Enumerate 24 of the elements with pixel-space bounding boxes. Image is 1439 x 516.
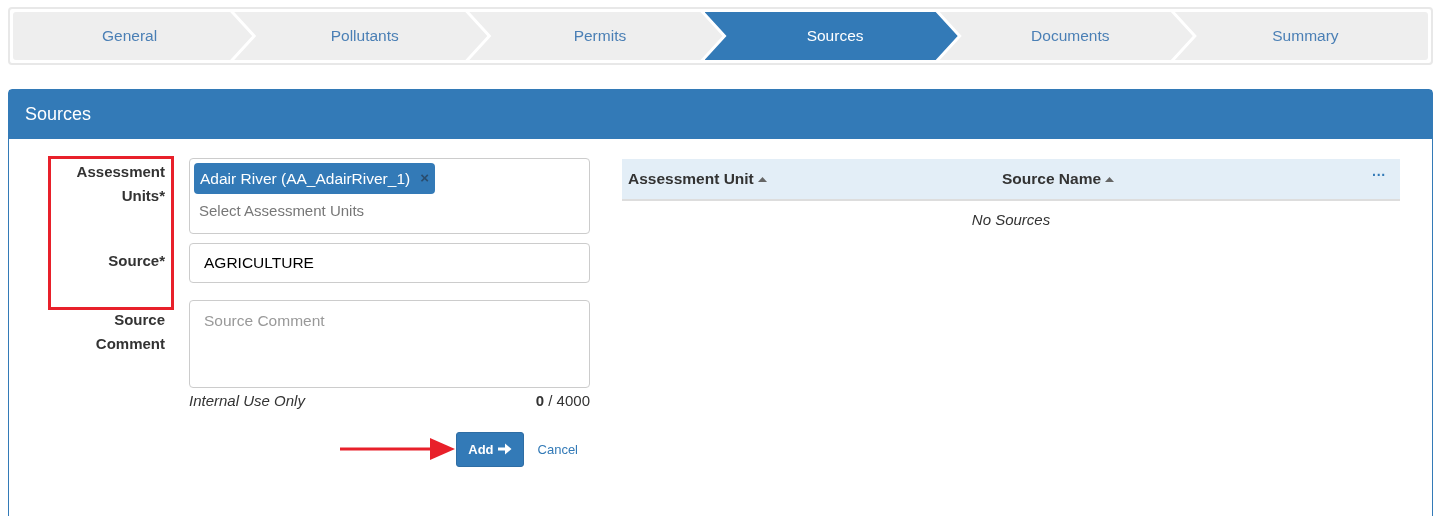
comment-field[interactable]: Source Comment — [189, 300, 590, 388]
panel-header: Sources — [9, 90, 1432, 139]
multi-select-field[interactable]: Adair River (AA_AdairRiver_1) × Select Assessment Units — [189, 158, 590, 234]
column-header[interactable]: Assessment Unit — [622, 167, 1002, 191]
hint-text: Internal Use Only — [189, 391, 305, 411]
wizard-step[interactable]: Summary — [1174, 12, 1429, 60]
tag-label: Adair River (AA_AdairRiver_1) — [200, 169, 411, 189]
wizard-step[interactable]: Documents — [939, 12, 1193, 60]
field-label: Source* — [108, 252, 165, 269]
wizard-step[interactable]: Permits — [469, 12, 723, 60]
column-header[interactable]: Source Name — [1002, 167, 1372, 191]
add-button[interactable]: Add — [456, 431, 524, 467]
field-label: Assessment Units* — [76, 163, 165, 204]
arrow-right-icon — [497, 443, 512, 456]
wizard-step[interactable]: Sources — [704, 12, 958, 60]
column-menu-button[interactable]: ··· — [1372, 164, 1386, 186]
source-field[interactable]: AGRICULTURE — [189, 243, 590, 283]
empty-message: No Sources — [971, 211, 1051, 228]
wizard-step[interactable]: Pollutants — [234, 12, 488, 60]
field-label: Source Comment — [95, 311, 165, 352]
cancel-link[interactable]: Cancel — [537, 439, 578, 459]
character-count: 0 / 4000 — [535, 391, 590, 411]
wizard-step[interactable]: General — [13, 12, 253, 60]
placeholder: Select Assessment Units — [198, 201, 366, 222]
